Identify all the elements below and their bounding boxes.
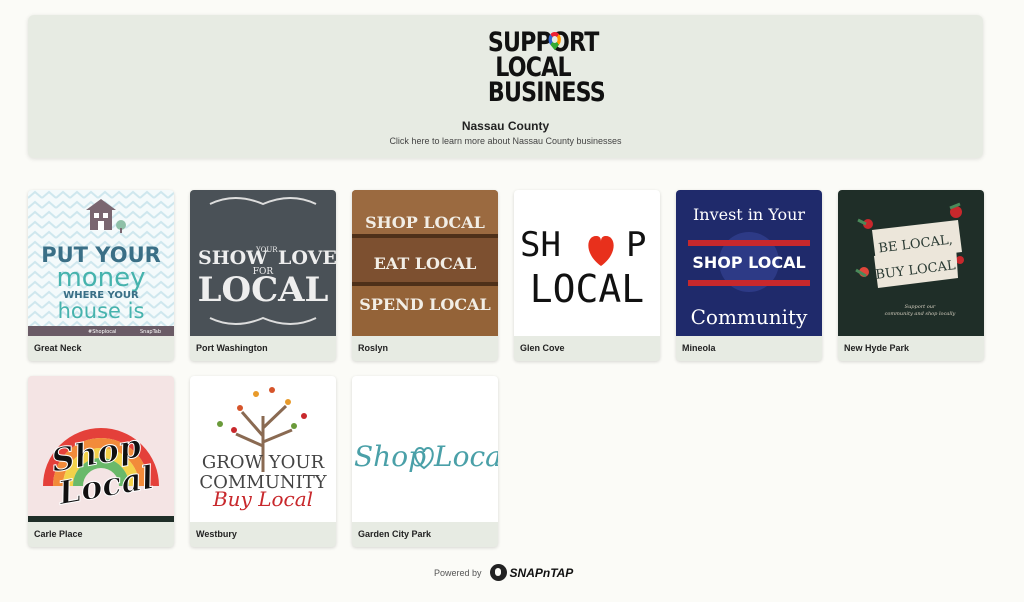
location-name: Mineola <box>682 343 716 353</box>
svg-text:SHOP LOCAL: SHOP LOCAL <box>365 213 485 232</box>
location-name: Carle Place <box>34 529 83 539</box>
svg-text:SPEND LOCAL: SPEND LOCAL <box>359 295 490 314</box>
svg-text:house is: house is <box>58 299 145 323</box>
svg-text:#Shoplocal: #Shoplocal <box>88 329 116 335</box>
location-name: Port Washington <box>196 343 268 353</box>
mineola-image: Invest in Your SHOP LOCAL Community <box>676 190 822 336</box>
location-name: Great Neck <box>34 343 82 353</box>
snapntap-logo-link[interactable]: SNAPnTAP <box>489 564 574 581</box>
support-local-business-logo: SUPPORT LOCAL BUSINESS <box>487 27 606 108</box>
location-card-carle-place[interactable]: Shop Local Carle Place <box>28 376 174 547</box>
carle-place-image: Shop Local <box>28 376 174 522</box>
location-card-port-washington[interactable]: SHOW YOUR LOVE FOR LOCAL Port Washington <box>190 190 336 361</box>
westbury-image: GROW YOUR COMMUNITY Buy Local <box>190 376 336 522</box>
svg-text:community and shop locally: community and shop locally <box>885 311 956 317</box>
glen-cove-image: SH P LOCAL <box>514 190 660 336</box>
svg-text:Invest in Your: Invest in Your <box>693 205 805 224</box>
new-hyde-park-image: BE LOCAL, BUY LOCAL Support our communit… <box>838 190 984 336</box>
svg-text:YOUR: YOUR <box>255 246 278 254</box>
snapntap-brand: SNAPnTAP <box>509 565 574 580</box>
svg-text:LOCAL: LOCAL <box>198 270 329 310</box>
svg-text:Community: Community <box>691 305 808 329</box>
location-card-mineola[interactable]: Invest in Your SHOP LOCAL Community Mine… <box>676 190 822 361</box>
svg-text:LOCAL: LOCAL <box>530 267 644 311</box>
svg-text:Local: Local <box>433 440 498 473</box>
great-neck-image: PUT YOUR money WHERE YOUR house is #Shop… <box>28 190 174 336</box>
svg-text:Support our: Support our <box>905 304 936 310</box>
svg-text:SnapTab: SnapTab <box>140 329 161 335</box>
svg-text:SH: SH <box>520 225 561 265</box>
location-name: Garden City Park <box>358 529 432 539</box>
location-card-westbury[interactable]: GROW YOUR COMMUNITY Buy Local Westbury <box>190 376 336 547</box>
county-title: Nassau County <box>461 119 550 133</box>
location-card-glen-cove[interactable]: SH P LOCAL Glen Cove <box>514 190 660 361</box>
svg-text:P: P <box>626 225 646 265</box>
svg-text:LOVE: LOVE <box>278 247 336 269</box>
roslyn-image: SHOP LOCAL EAT LOCAL SPEND LOCAL <box>352 190 498 336</box>
footer: Powered by SNAPnTAP <box>434 564 573 581</box>
powered-by-label: Powered by <box>434 567 482 578</box>
svg-text:Buy Local: Buy Local <box>212 487 313 511</box>
location-name: Glen Cove <box>520 343 565 353</box>
svg-text:SHOP LOCAL: SHOP LOCAL <box>692 253 805 272</box>
location-card-great-neck[interactable]: PUT YOUR money WHERE YOUR house is #Shop… <box>28 190 174 361</box>
location-card-new-hyde-park[interactable]: BE LOCAL, BUY LOCAL Support our communit… <box>838 190 984 361</box>
svg-text:money: money <box>56 263 145 293</box>
svg-text:GROW YOUR: GROW YOUR <box>202 452 325 473</box>
location-name: Westbury <box>196 529 237 539</box>
location-card-roslyn[interactable]: SHOP LOCAL EAT LOCAL SPEND LOCAL Roslyn <box>352 190 498 361</box>
svg-text:EAT LOCAL: EAT LOCAL <box>374 254 477 273</box>
location-name: New Hyde Park <box>844 343 910 353</box>
snapntap-icon <box>489 564 507 581</box>
county-subtitle-link[interactable]: Click here to learn more about Nassau Co… <box>28 136 983 146</box>
location-name: Roslyn <box>358 343 389 353</box>
port-washington-image: SHOW YOUR LOVE FOR LOCAL <box>190 190 336 336</box>
county-header-banner[interactable]: SUPPORT LOCAL BUSINESS Nassau County Cli… <box>28 15 983 158</box>
location-card-garden-city-park[interactable]: Shop Local Garden City Park <box>352 376 498 547</box>
garden-city-park-image: Shop Local <box>352 376 498 522</box>
